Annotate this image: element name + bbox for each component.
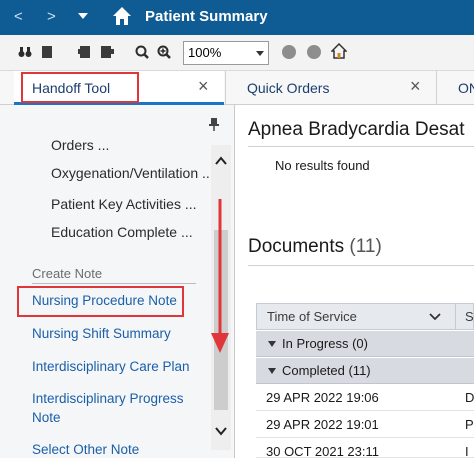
tab-label: ON [458,80,474,96]
row-date: 30 OCT 2021 23:11 [266,444,379,458]
document-icon[interactable] [40,45,54,59]
note-link-select-other[interactable]: Select Other Note [32,442,139,457]
home-icon[interactable] [112,6,132,26]
section-title-create-note: Create Note [32,266,103,281]
tab-label: Quick Orders [247,80,330,96]
binoculars-icon[interactable] [18,45,32,59]
table-row[interactable]: 29 APR 2022 19:06 D [256,385,474,411]
list-item[interactable]: Patient Key Activities ... [51,196,197,212]
list-item[interactable]: Oxygenation/Ventilation ... [51,165,214,181]
highlight-box-note [17,286,184,317]
circle-button-icon[interactable] [281,44,297,60]
column-header-time[interactable]: Time of Service [267,309,357,324]
group-label: Completed (11) [282,363,371,378]
chevron-down-icon [256,51,264,56]
column-header-second[interactable]: S [465,309,474,324]
expand-triangle-icon [268,341,276,347]
note-link-interdisciplinary-progress-cont[interactable]: Note [32,410,61,425]
table-row[interactable]: 30 OCT 2021 23:11 I [256,439,474,458]
next-page-icon[interactable] [100,45,114,59]
group-row-completed[interactable]: Completed (11) [256,358,474,384]
note-link-interdisciplinary-progress[interactable]: Interdisciplinary Progress [32,391,184,406]
zoom-value: 100% [188,45,222,60]
row-cell: I [465,444,469,458]
zoom-out-icon[interactable] [135,45,149,59]
tab-quick-orders[interactable]: Quick Orders × [225,71,435,105]
row-cell: D [465,390,474,405]
column-separator [455,304,456,329]
page-title: Patient Summary [145,8,268,25]
documents-title: Documents (11) [248,236,382,258]
documents-title-text: Documents [248,236,345,257]
close-icon[interactable]: × [410,76,421,97]
row-date: 29 APR 2022 19:01 [266,417,379,432]
previous-page-icon[interactable] [78,45,92,59]
divider [32,283,196,284]
highlight-box-tab [21,72,139,103]
group-row-in-progress[interactable]: In Progress (0) [256,331,474,357]
scroll-up-icon[interactable] [214,155,228,167]
list-item[interactable]: Education Complete ... [51,224,193,240]
group-label: In Progress (0) [282,336,368,351]
expand-triangle-icon [268,368,276,374]
divider [248,146,474,147]
back-arrow-icon[interactable]: < [14,8,23,25]
row-date: 29 APR 2022 19:06 [266,390,379,405]
circle-button-icon[interactable] [306,44,322,60]
title-bar: < > Patient Summary [0,0,474,35]
scroll-down-icon[interactable] [214,425,228,437]
table-row[interactable]: 29 APR 2022 19:01 P [256,412,474,438]
zoom-in-icon[interactable] [157,45,171,59]
no-results-text: No results found [275,158,370,173]
home-toolbar-icon[interactable] [331,43,347,59]
documents-count: (11) [349,236,382,257]
zoom-select[interactable]: 100% [183,41,269,65]
chevron-down-icon[interactable] [429,313,441,321]
pin-icon[interactable] [207,117,221,131]
forward-arrow-icon[interactable]: > [47,8,56,25]
red-arrow-annotation [211,199,229,353]
note-link-nursing-shift[interactable]: Nursing Shift Summary [32,326,171,341]
close-icon[interactable]: × [198,76,209,97]
divider [248,265,474,266]
dropdown-caret-icon[interactable] [78,13,88,20]
note-link-interdisciplinary-care[interactable]: Interdisciplinary Care Plan [32,359,190,374]
tab-on[interactable]: ON [436,71,474,105]
row-cell: P [465,417,474,432]
table-header: Time of Service S [256,303,474,330]
list-item[interactable]: Orders ... [51,137,109,153]
apnea-section-title: Apnea Bradycardia Desat [248,119,465,140]
